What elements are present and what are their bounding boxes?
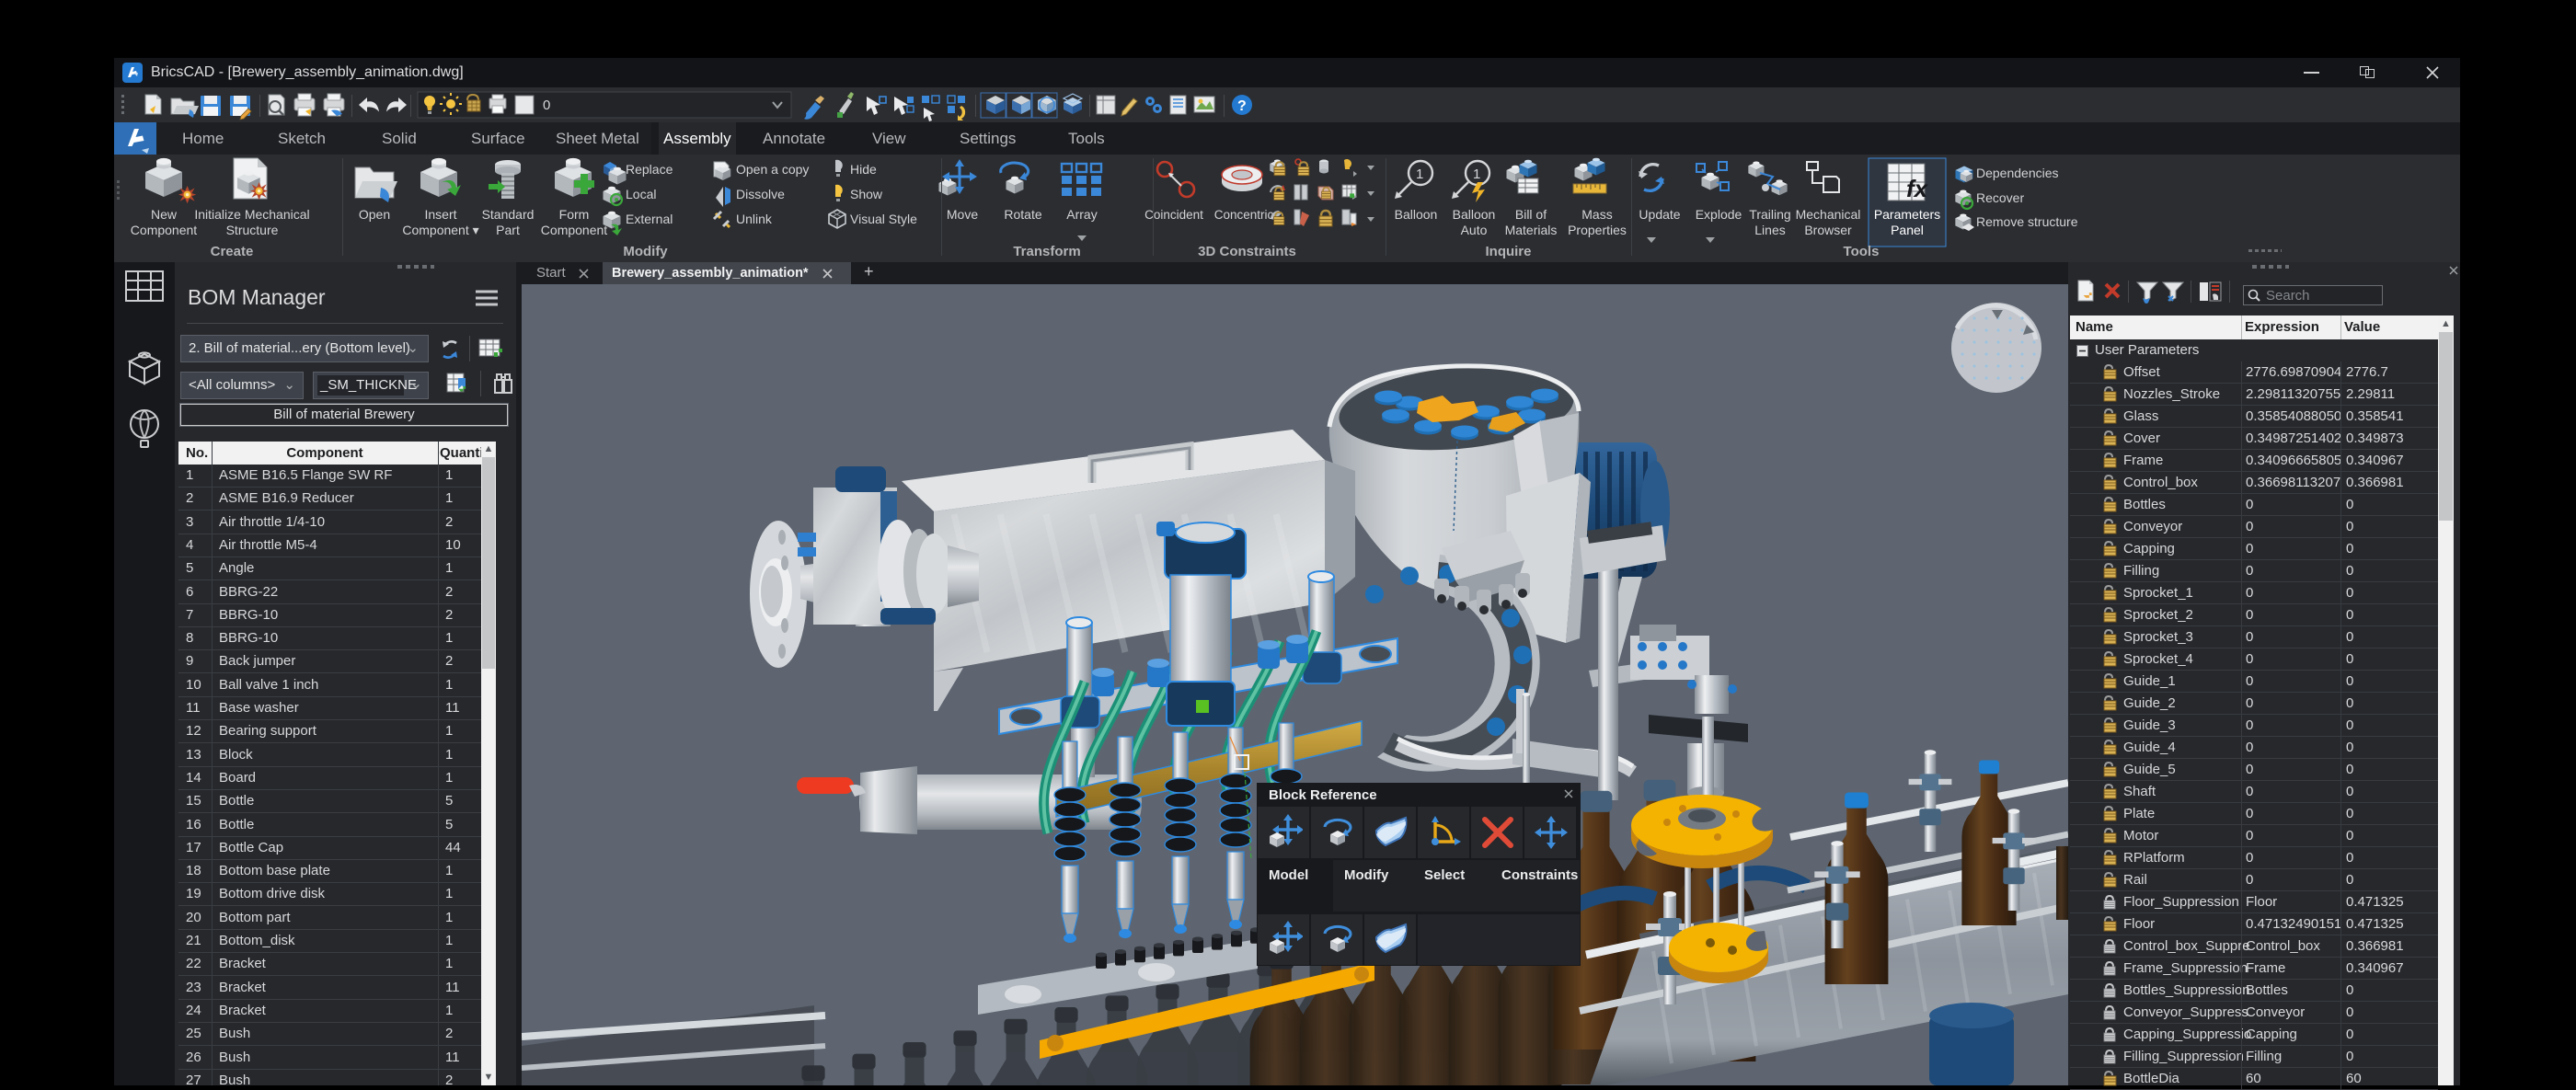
svg-text:0: 0: [543, 98, 550, 113]
svg-text:1: 1: [1473, 166, 1480, 182]
svg-text:1: 1: [1416, 166, 1423, 182]
svg-text:?: ?: [1237, 98, 1247, 114]
svg-text:fx: fx: [1906, 175, 1929, 202]
